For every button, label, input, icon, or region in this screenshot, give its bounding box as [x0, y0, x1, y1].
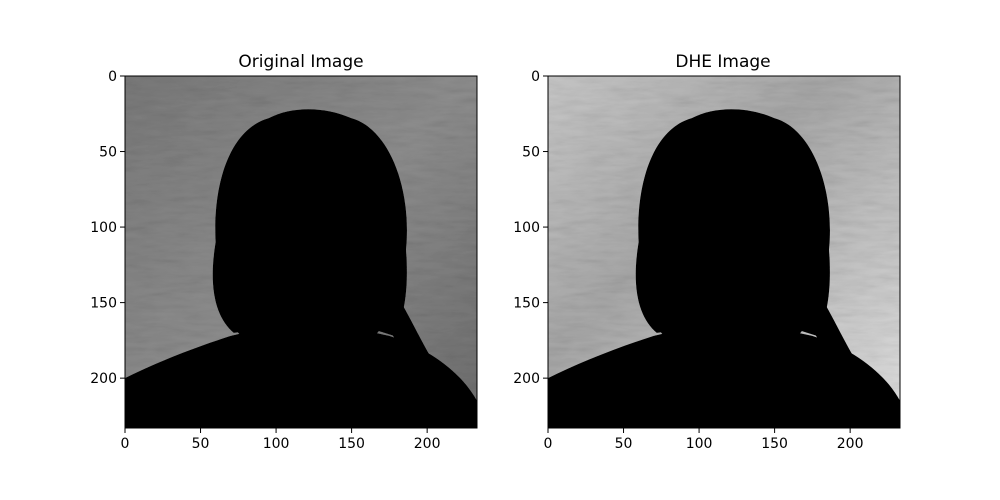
y-tick-label: 50 — [99, 145, 117, 161]
x-tick-label: 200 — [837, 436, 864, 452]
x-tick-label: 150 — [338, 436, 365, 452]
y-tick-label: 100 — [513, 220, 540, 236]
chart-title: Original Image — [238, 52, 363, 72]
y-tick-label: 0 — [108, 69, 117, 85]
original-image-panel: Original Image 0 50 100 150 200 0 50 100 150 200 — [90, 52, 478, 452]
y-tick-label: 200 — [513, 371, 540, 387]
image-area — [125, 76, 477, 428]
x-tick-label: 0 — [544, 436, 553, 452]
x-tick-label: 200 — [414, 436, 441, 452]
x-tick-label: 100 — [686, 436, 713, 452]
y-tick-label: 150 — [513, 296, 540, 312]
x-tick-label: 150 — [761, 436, 788, 452]
y-tick-label: 150 — [90, 296, 117, 312]
dhe-image-panel: DHE Image 0 50 100 150 200 0 50 100 150 200 — [513, 52, 901, 452]
y-tick-label: 50 — [522, 145, 540, 161]
image-area — [548, 76, 900, 428]
y-tick-label: 200 — [90, 371, 117, 387]
y-tick-label: 100 — [90, 220, 117, 236]
figure: .panelA .hair { fill: #1f1f1f; } .panelA… — [90, 52, 901, 452]
x-tick-label: 50 — [192, 436, 210, 452]
chart-title: DHE Image — [675, 52, 770, 72]
x-tick-label: 0 — [121, 436, 130, 452]
y-tick-label: 0 — [531, 69, 540, 85]
x-tick-label: 50 — [615, 436, 633, 452]
x-tick-label: 100 — [263, 436, 290, 452]
